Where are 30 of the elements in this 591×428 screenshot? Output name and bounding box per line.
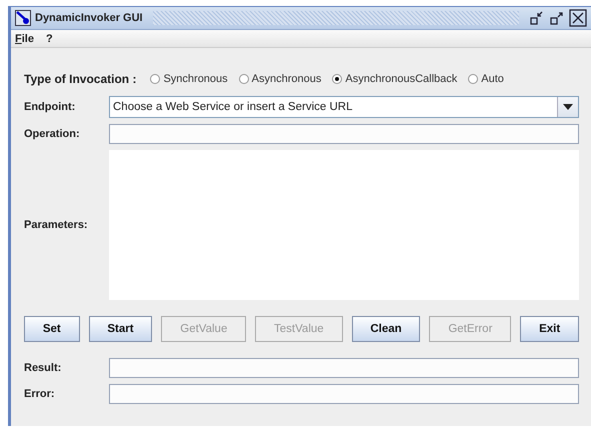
- error-field[interactable]: [109, 384, 579, 404]
- caret-icon: [563, 104, 573, 110]
- endpoint-label: Endpoint:: [24, 101, 76, 113]
- result-label: Result:: [24, 362, 62, 374]
- radio-button[interactable]: [238, 74, 249, 84]
- radio-label: Auto: [481, 73, 504, 85]
- radio-label: AsynchronousCallback: [345, 73, 458, 85]
- result-field[interactable]: [109, 358, 579, 378]
- maximize-icon[interactable]: [549, 10, 565, 26]
- window-title: DynamicInvoker GUI: [35, 12, 143, 24]
- radio-button[interactable]: [150, 74, 160, 84]
- close-icon[interactable]: [569, 9, 587, 27]
- action-button[interactable]: Set: [24, 316, 80, 342]
- endpoint-dropdown[interactable]: Choose a Web Service or insert a Service URL: [109, 96, 579, 118]
- radio-button[interactable]: [468, 74, 478, 84]
- error-label: Error:: [24, 388, 56, 400]
- action-button[interactable]: Clean: [352, 316, 420, 342]
- menu-item[interactable]: ?: [46, 32, 53, 44]
- menu-item[interactable]: File: [15, 32, 34, 44]
- action-button[interactable]: Exit: [520, 316, 579, 342]
- app-icon: [15, 10, 31, 26]
- radio-label: Synchronous: [163, 73, 228, 85]
- operation-label: Operation:: [24, 128, 81, 140]
- action-button[interactable]: Start: [88, 316, 152, 342]
- minimize-icon[interactable]: [529, 10, 545, 26]
- radio-label: Asynchronous: [252, 73, 322, 85]
- operation-field[interactable]: [109, 124, 579, 144]
- invocation-label: Type of Invocation :: [24, 72, 136, 86]
- parameters-label: Parameters:: [24, 219, 89, 231]
- radio-button[interactable]: [332, 74, 342, 84]
